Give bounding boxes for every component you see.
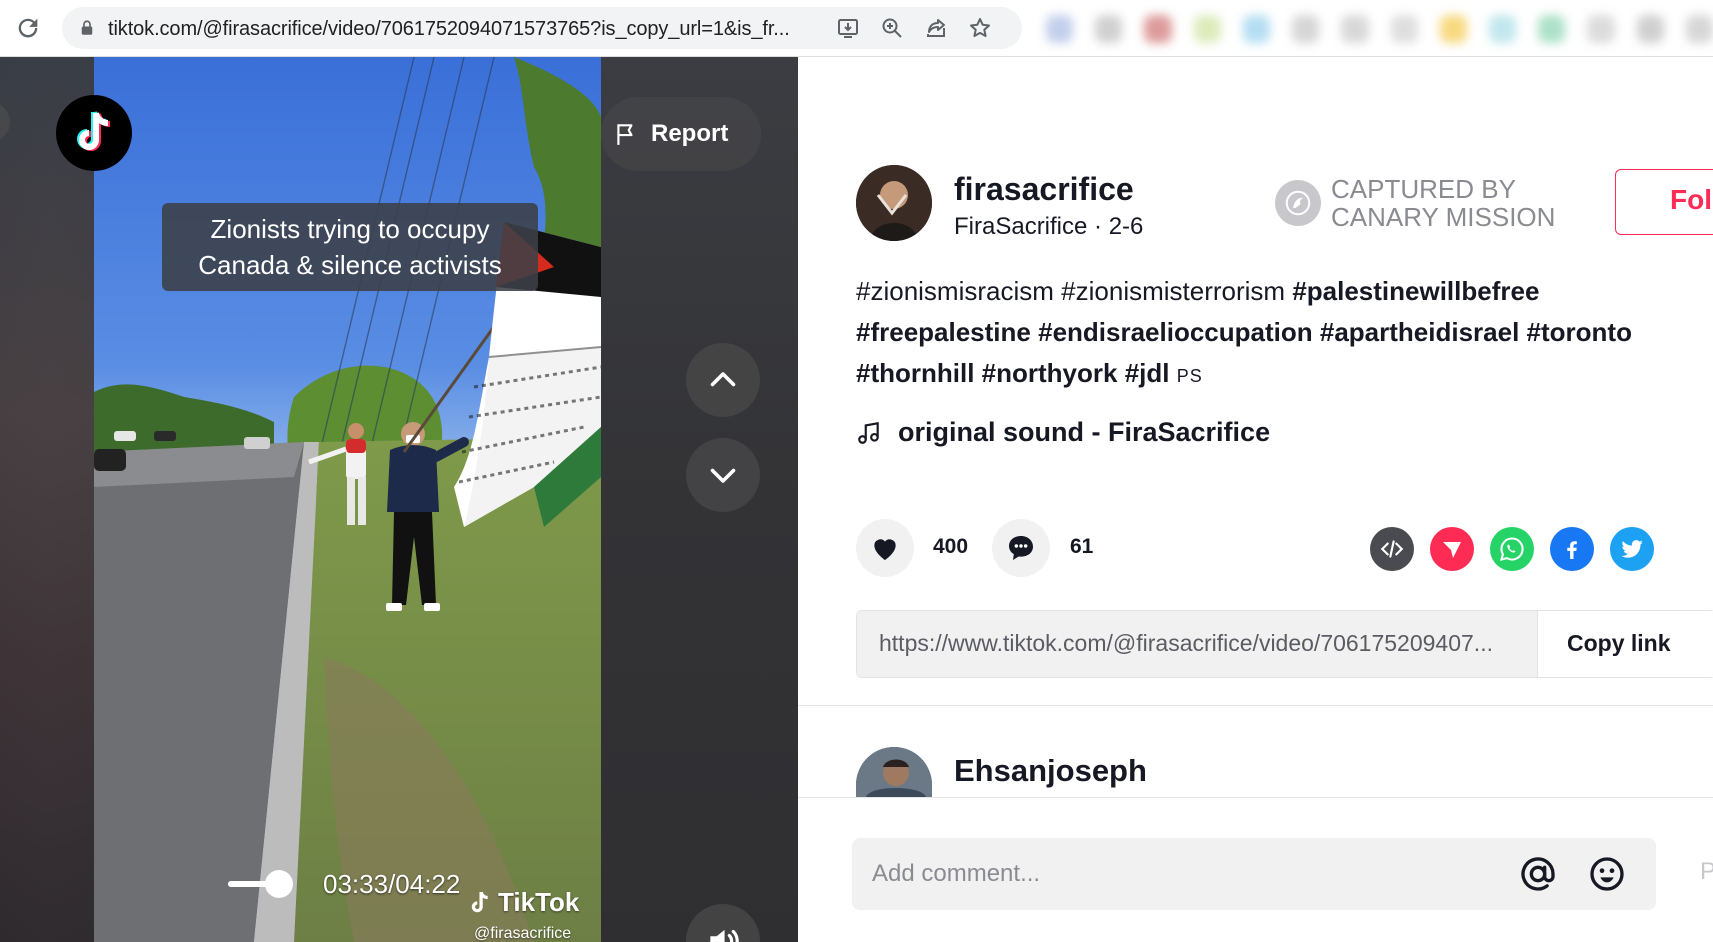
hashtag-link[interactable]: #northyork xyxy=(982,358,1118,388)
post-comment-button[interactable]: Post xyxy=(1700,858,1713,886)
hashtag-link[interactable]: #zionismisterrorism xyxy=(1061,276,1285,306)
caption-line-2: Canada & silence activists xyxy=(198,250,502,280)
install-app-icon[interactable] xyxy=(836,16,860,40)
flag-icon xyxy=(617,124,633,145)
caption-line-1: Zionists trying to occupy xyxy=(210,214,490,244)
comment-bubble-icon xyxy=(1009,536,1033,560)
canary-bird-icon xyxy=(1275,180,1321,226)
description-suffix: PS xyxy=(1176,366,1203,386)
extensions-area[interactable] xyxy=(1040,10,1713,48)
mention-icon[interactable] xyxy=(1518,854,1558,894)
section-divider xyxy=(798,705,1713,706)
next-video-button[interactable] xyxy=(686,438,760,512)
whatsapp-icon xyxy=(1500,537,1524,561)
send-to-friends-icon xyxy=(1443,542,1461,558)
share-page-icon[interactable] xyxy=(924,16,948,40)
hashtag-link[interactable]: #toronto xyxy=(1527,317,1632,347)
watermark-brand: TikTok xyxy=(498,887,580,917)
author-display-name: FiraSacrifice xyxy=(954,213,1088,240)
video-scene-image xyxy=(94,57,601,942)
url-text[interactable]: tiktok.com/@firasacrifice/video/70617520… xyxy=(108,18,790,41)
emoji-icon[interactable] xyxy=(1587,854,1627,894)
previous-video-button[interactable] xyxy=(686,343,760,417)
video-details-panel: firasacrifice FiraSacrifice · 2-6 CAPTUR… xyxy=(798,57,1713,942)
author-info: firasacrifice FiraSacrifice · 2-6 CAPTUR… xyxy=(856,165,1713,245)
hashtag-link[interactable]: #thornhill xyxy=(856,358,974,388)
music-note-icon xyxy=(858,421,879,444)
zoom-icon[interactable] xyxy=(880,16,904,40)
canary-mission-badge: CAPTURED BY CANARY MISSION xyxy=(1275,175,1555,231)
description-line: #freepalestine #endisraelioccupation #ap… xyxy=(856,312,1713,353)
meta-separator: · xyxy=(1087,213,1109,240)
like-count: 400 xyxy=(933,535,969,558)
chevron-down-icon xyxy=(710,468,736,483)
canary-line-1: CAPTURED BY xyxy=(1331,174,1516,204)
comment-count: 61 xyxy=(1070,535,1094,558)
report-button[interactable]: Report xyxy=(601,97,761,171)
video-caption-overlay: Zionists trying to occupy Canada & silen… xyxy=(162,203,538,291)
sound-link[interactable]: original sound - FiraSacrifice xyxy=(856,417,1270,448)
bookmark-star-icon[interactable] xyxy=(968,16,992,40)
canary-text: CAPTURED BY CANARY MISSION xyxy=(1331,175,1555,231)
twitter-icon xyxy=(1621,540,1643,558)
hashtag-link[interactable]: #endisraelioccupation xyxy=(1038,317,1313,347)
like-button[interactable] xyxy=(856,519,914,577)
page-root: tiktok.com/@firasacrifice/video/70617520… xyxy=(0,0,1713,942)
hashtag-link[interactable]: #palestinewillbefree xyxy=(1292,276,1539,306)
follow-button[interactable]: Follow xyxy=(1615,169,1713,235)
tiktok-watermark: TikTok xyxy=(468,887,579,918)
send-to-friends-button[interactable] xyxy=(1430,527,1474,571)
hashtag-link[interactable]: #zionismisracism xyxy=(856,276,1054,306)
reload-icon[interactable] xyxy=(14,14,42,42)
video-timecode: 03:33/04:22 xyxy=(323,869,461,899)
tiktok-logo-icon[interactable] xyxy=(56,95,132,171)
report-label: Report xyxy=(651,120,729,147)
facebook-share-button[interactable] xyxy=(1550,527,1594,571)
twitter-share-button[interactable] xyxy=(1610,527,1654,571)
embed-icon xyxy=(1380,540,1404,558)
description-line: #zionismisracism #zionismisterrorism #pa… xyxy=(856,271,1713,312)
hashtag-link[interactable]: #apartheidisrael xyxy=(1320,317,1519,347)
sound-label: original sound - FiraSacrifice xyxy=(898,417,1271,447)
engagement-row: 400 61 xyxy=(856,519,1713,579)
progress-handle[interactable] xyxy=(265,870,294,898)
share-link-url[interactable]: https://www.tiktok.com/@firasacrifice/vi… xyxy=(879,630,1493,657)
video-frame[interactable] xyxy=(94,57,601,942)
share-link-box: https://www.tiktok.com/@firasacrifice/vi… xyxy=(856,610,1713,678)
video-description: #zionismisracism #zionismisterrorism #pa… xyxy=(856,271,1713,397)
speaker-icon xyxy=(710,929,739,942)
chevron-up-icon xyxy=(710,372,736,387)
watermark-handle: @firasacrifice xyxy=(474,925,572,942)
hashtag-link[interactable]: #jdl xyxy=(1125,358,1170,388)
author-avatar[interactable] xyxy=(856,165,932,241)
comment-button[interactable] xyxy=(992,519,1050,577)
embed-button[interactable] xyxy=(1370,527,1414,571)
blurred-background-left xyxy=(0,57,94,942)
canary-line-2: CANARY MISSION xyxy=(1331,202,1556,232)
author-username[interactable]: firasacrifice xyxy=(954,171,1134,208)
copy-link-button[interactable]: Copy link xyxy=(1537,611,1713,677)
post-date: 2-6 xyxy=(1108,213,1144,240)
facebook-icon xyxy=(1567,541,1577,559)
comment-input[interactable]: Add comment... xyxy=(852,838,1656,910)
lock-icon[interactable] xyxy=(78,19,96,37)
browser-toolbar: tiktok.com/@firasacrifice/video/70617520… xyxy=(0,0,1713,57)
author-meta: FiraSacrifice · 2-6 xyxy=(954,213,1143,241)
commenter-avatar[interactable] xyxy=(856,747,932,797)
video-player-area: Zionists trying to occupy Canada & silen… xyxy=(0,57,798,942)
comment-placeholder[interactable]: Add comment... xyxy=(872,860,1040,888)
comment-bar: Add comment... Post xyxy=(798,797,1713,942)
address-bar[interactable]: tiktok.com/@firasacrifice/video/70617520… xyxy=(62,7,1022,49)
heart-icon xyxy=(874,539,896,560)
description-line: #thornhill #northyork #jdl PS xyxy=(856,353,1713,397)
tiktok-watermark-icon xyxy=(471,891,488,912)
commenter-username[interactable]: Ehsanjoseph xyxy=(954,753,1147,789)
video-progress-slider[interactable] xyxy=(228,869,294,899)
hashtag-link[interactable]: #freepalestine xyxy=(856,317,1031,347)
whatsapp-share-button[interactable] xyxy=(1490,527,1534,571)
